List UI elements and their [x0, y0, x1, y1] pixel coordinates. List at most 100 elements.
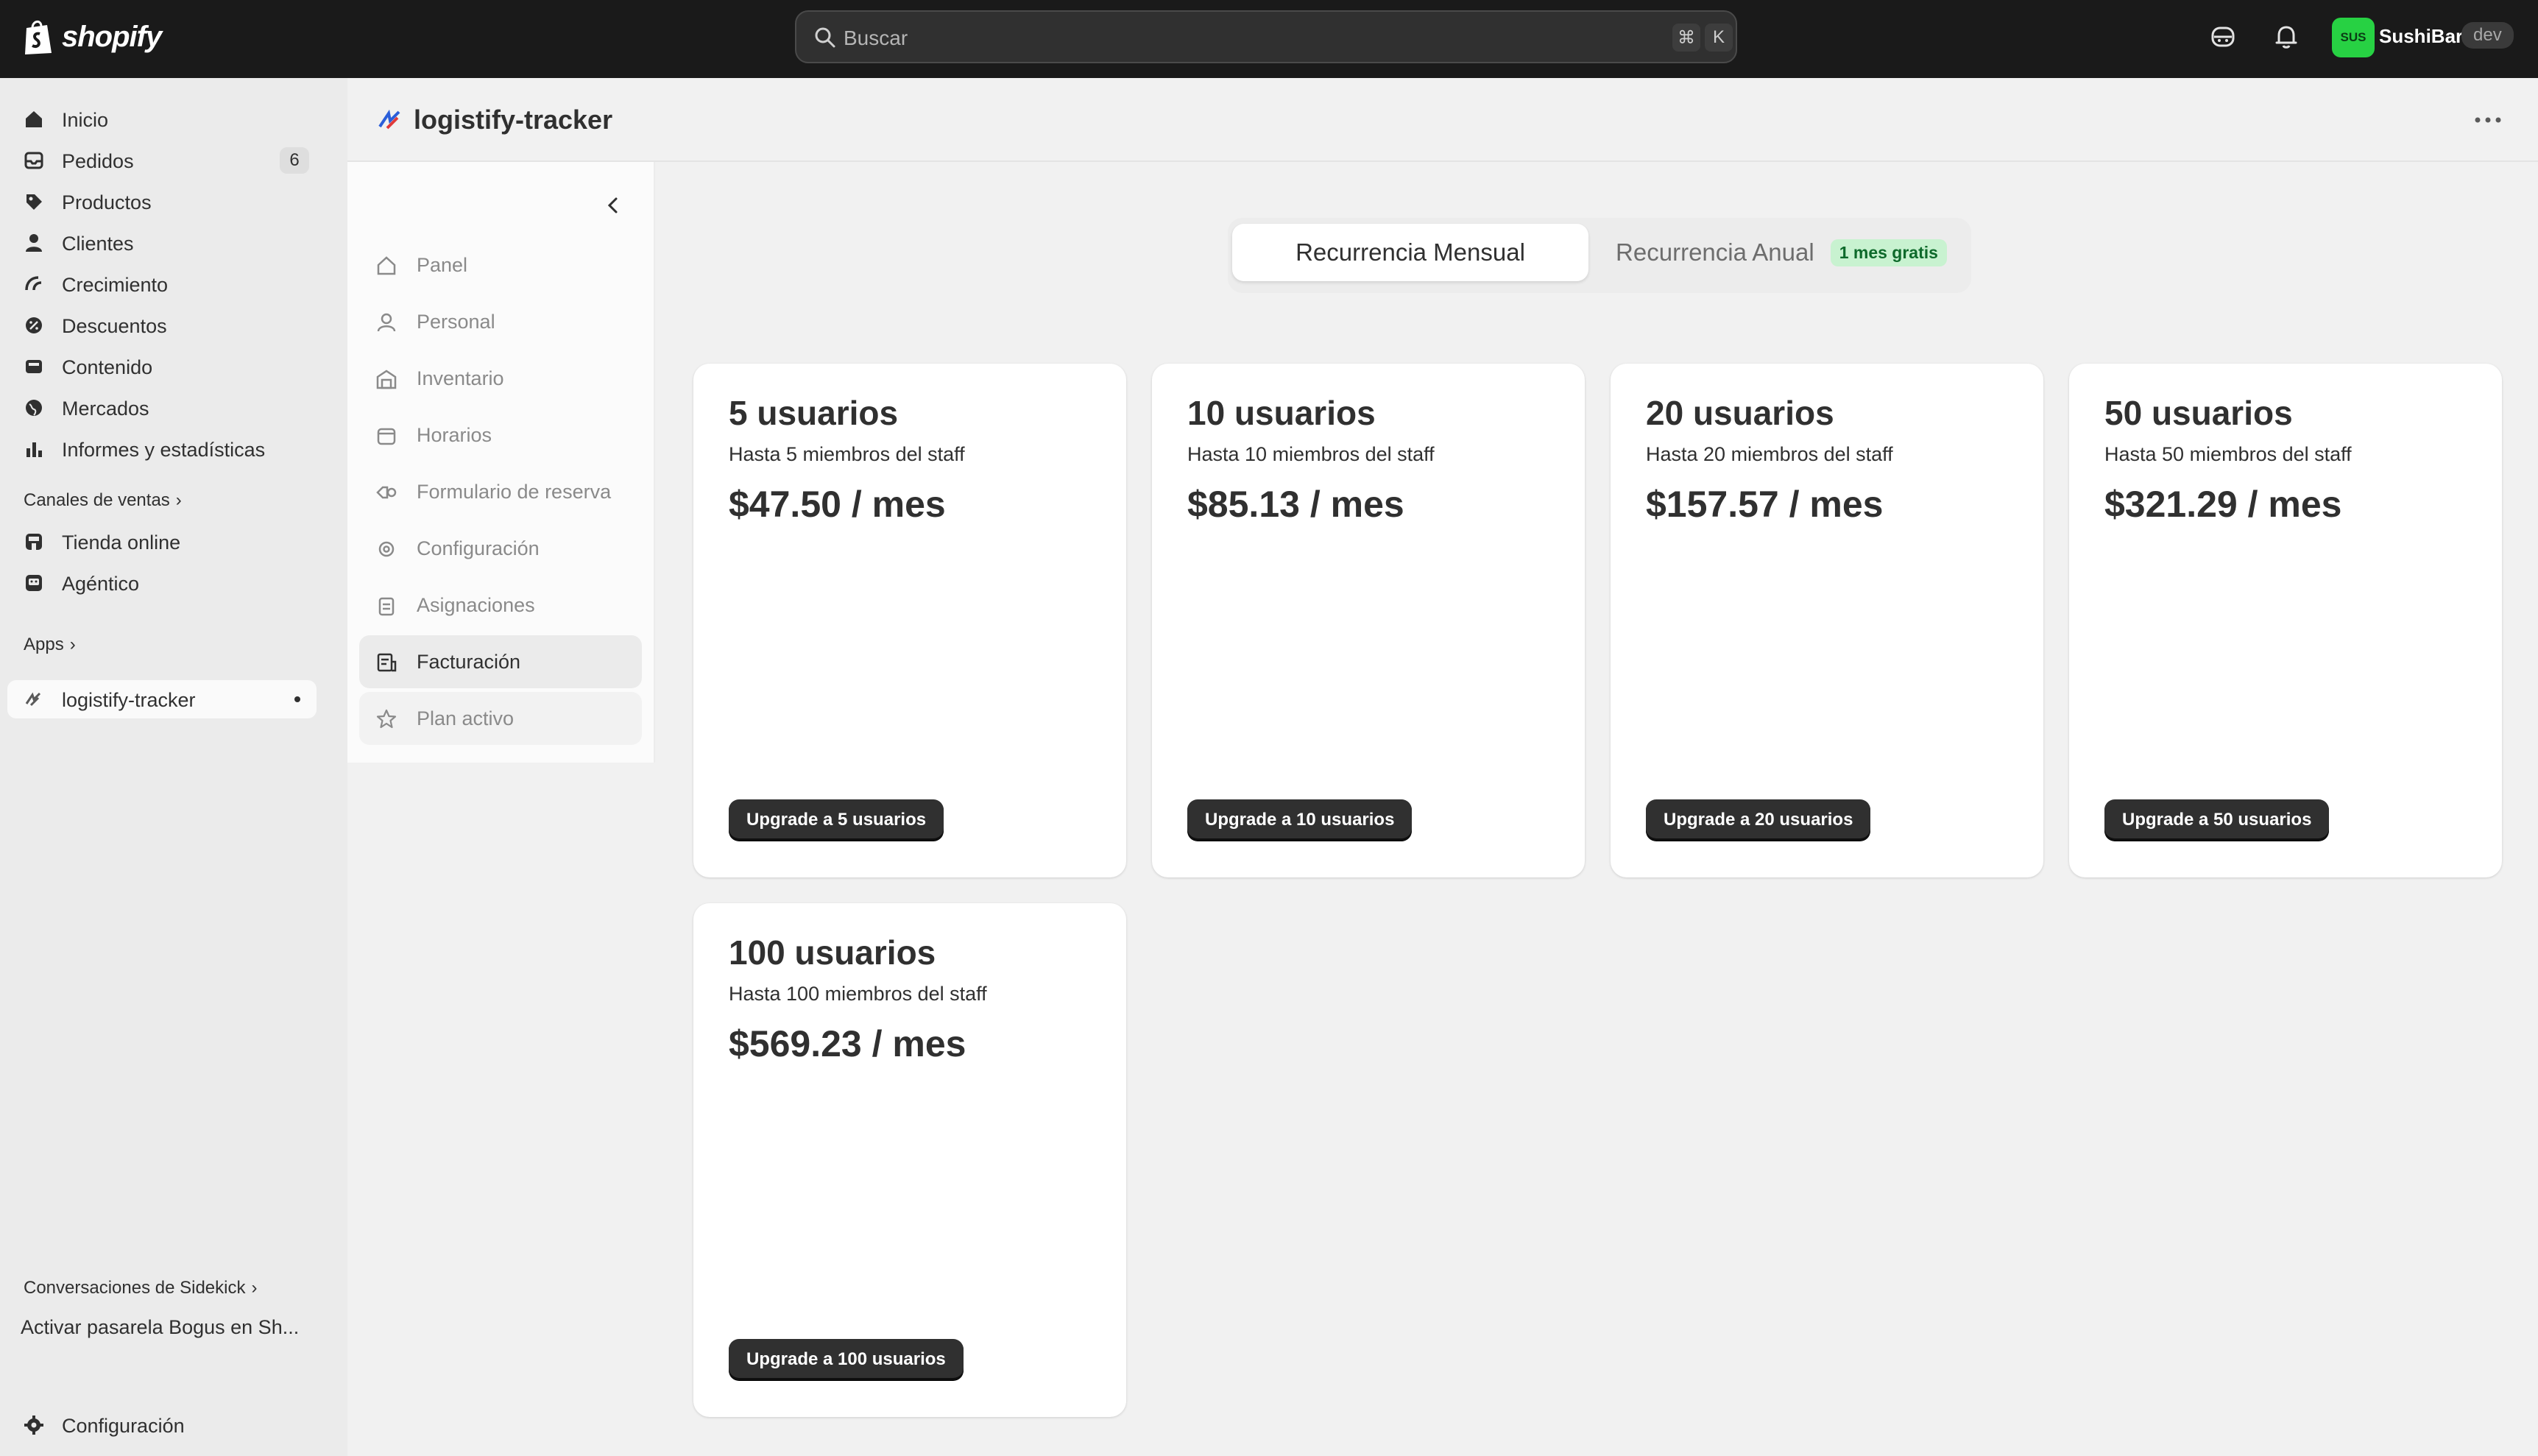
orders-count-badge: 6: [280, 147, 309, 174]
logistify-app-icon: [25, 692, 41, 707]
agent-icon: [26, 575, 42, 591]
sidebar-item-inicio[interactable]: Inicio: [7, 100, 317, 138]
shopify-bag-icon: [25, 21, 52, 54]
plan-price: $47.50 / mes: [729, 484, 946, 525]
free-month-badge: 1 mes gratis: [1830, 238, 1947, 266]
plan-subtitle: Hasta 50 miembros del staff: [2104, 443, 2352, 465]
chevron-left-icon[interactable]: [602, 194, 624, 216]
plan-title: 50 usuarios: [2104, 394, 2293, 432]
subnav-item-label: Configuración: [417, 537, 540, 559]
warehouse-icon: [376, 370, 397, 389]
chevron-right-icon: ›: [251, 1278, 258, 1298]
plan-title: 100 usuarios: [729, 933, 936, 972]
top-bar: shopify Buscar ⌘ K SUS SushiBar dev: [0, 0, 2538, 78]
subnav-item-label: Personal: [417, 311, 495, 333]
more-actions-icon[interactable]: [2473, 115, 2503, 125]
subnav-item-formulario-reserva[interactable]: Formulario de reserva: [359, 465, 642, 518]
sales-channels-label: Canales de ventas: [24, 490, 170, 510]
sidekick-conversations-label: Conversaciones de Sidekick: [24, 1278, 246, 1298]
sidebar-item-label: Pedidos: [62, 150, 134, 172]
subnav-item-plan-activo[interactable]: Plan activo: [359, 692, 642, 745]
star-icon: [376, 709, 397, 729]
plan-card: 20 usuarios Hasta 20 miembros del staff …: [1611, 364, 2043, 877]
discount-icon: [26, 317, 42, 333]
plan-card: 50 usuarios Hasta 50 miembros del staff …: [2069, 364, 2502, 877]
upgrade-button[interactable]: Upgrade a 10 usuarios: [1187, 799, 1413, 841]
calendar-icon: [377, 428, 396, 445]
plan-card: 100 usuarios Hasta 100 miembros del staf…: [693, 903, 1126, 1417]
subnav-item-horarios[interactable]: Horarios: [359, 409, 642, 462]
shopify-logo[interactable]: shopify: [22, 18, 162, 56]
globe-icon: [26, 400, 42, 416]
subnav-item-label: Inventario: [417, 367, 504, 389]
shortcut-k-key: K: [1705, 24, 1733, 52]
shortcut-command-key: ⌘: [1672, 24, 1700, 52]
subnav-item-panel[interactable]: Panel: [359, 238, 642, 291]
toggle-annual-button[interactable]: Recurrencia Anual 1 mes gratis: [1596, 224, 1967, 281]
subnav-item-label: Panel: [417, 254, 468, 276]
subnav-item-label: Asignaciones: [417, 594, 535, 616]
growth-icon: [25, 276, 42, 291]
upgrade-button[interactable]: Upgrade a 50 usuarios: [2104, 799, 2330, 841]
brand-name: shopify: [62, 20, 162, 53]
person-icon: [26, 234, 42, 252]
active-dot: [294, 696, 300, 702]
store-name[interactable]: SushiBar: [2379, 25, 2463, 48]
subnav-item-facturacion[interactable]: Facturación: [359, 635, 642, 688]
tag-icon: [26, 194, 42, 210]
sidebar-item-configuracion[interactable]: Configuración: [7, 1406, 317, 1444]
search-bar[interactable]: Buscar ⌘ K: [795, 10, 1737, 63]
sales-channels-header[interactable]: Canales de ventas ›: [24, 490, 182, 511]
sidebar-item-pedidos[interactable]: Pedidos 6: [7, 141, 317, 180]
sidebar-item-mercados[interactable]: Mercados: [7, 389, 317, 427]
subnav-item-label: Horarios: [417, 424, 492, 446]
sidebar-item-label: Inicio: [62, 109, 109, 131]
chevron-right-icon: ›: [69, 635, 76, 654]
subnav-item-asignaciones[interactable]: Asignaciones: [359, 579, 642, 632]
plan-title: 20 usuarios: [1646, 394, 1834, 432]
home-icon: [377, 256, 396, 275]
sidebar-item-crecimiento[interactable]: Crecimiento: [7, 265, 317, 303]
search-icon: [815, 27, 835, 48]
upgrade-button[interactable]: Upgrade a 20 usuarios: [1646, 799, 1871, 841]
apps-header[interactable]: Apps ›: [24, 635, 76, 655]
plan-subtitle: Hasta 10 miembros del staff: [1187, 443, 1435, 465]
person-icon: [377, 313, 396, 332]
plan-subtitle: Hasta 20 miembros del staff: [1646, 443, 1893, 465]
sidebar-item-logistify-tracker[interactable]: logistify-tracker: [7, 680, 317, 718]
plan-subtitle: Hasta 5 miembros del staff: [729, 443, 965, 465]
subnav-item-inventario[interactable]: Inventario: [359, 352, 642, 405]
sidebar-item-agentico[interactable]: Agéntico: [7, 564, 317, 602]
upgrade-button[interactable]: Upgrade a 100 usuarios: [729, 1339, 964, 1380]
plan-card: 5 usuarios Hasta 5 miembros del staff $4…: [693, 364, 1126, 877]
sidebar-item-clientes[interactable]: Clientes: [7, 224, 317, 262]
search-placeholder: Buscar: [844, 26, 908, 49]
sidekick-conversations-header[interactable]: Conversaciones de Sidekick ›: [24, 1278, 258, 1298]
store-avatar[interactable]: SUS: [2332, 18, 2375, 57]
sidebar-item-productos[interactable]: Productos: [7, 183, 317, 221]
subnav-item-label: Facturación: [417, 651, 521, 673]
apps-label: Apps: [24, 635, 64, 654]
billing-recurrence-toggle: Recurrencia Mensual Recurrencia Anual 1 …: [1228, 218, 1971, 293]
subnav-item-label: Formulario de reserva: [417, 481, 612, 503]
gear-icon: [378, 541, 395, 557]
sidebar-item-label: Contenido: [62, 356, 153, 378]
sidebar-item-tienda-online[interactable]: Tienda online: [7, 523, 317, 561]
home-icon: [26, 111, 42, 127]
subnav-item-personal[interactable]: Personal: [359, 295, 642, 348]
sidebar-item-informes[interactable]: Informes y estadísticas: [7, 430, 317, 468]
subnav-item-configuracion[interactable]: Configuración: [359, 522, 642, 575]
gear-icon: [24, 1416, 43, 1435]
sidebar-item-label: Agéntico: [62, 573, 140, 595]
sidekick-conversation-item[interactable]: Activar pasarela Bogus en Sh...: [21, 1316, 315, 1339]
sidebar-item-contenido[interactable]: Contenido: [7, 347, 317, 386]
sidebar-item-label: Configuración: [62, 1415, 185, 1437]
toggle-monthly-button[interactable]: Recurrencia Mensual: [1232, 224, 1588, 281]
plan-subtitle: Hasta 100 miembros del staff: [729, 983, 987, 1005]
sidebar-item-descuentos[interactable]: Descuentos: [7, 306, 317, 344]
logistify-app-icon: [378, 109, 400, 130]
sidekick-icon[interactable]: [2208, 22, 2238, 52]
plan-price: $85.13 / mes: [1187, 484, 1404, 525]
bell-icon[interactable]: [2272, 22, 2301, 52]
upgrade-button[interactable]: Upgrade a 5 usuarios: [729, 799, 944, 841]
